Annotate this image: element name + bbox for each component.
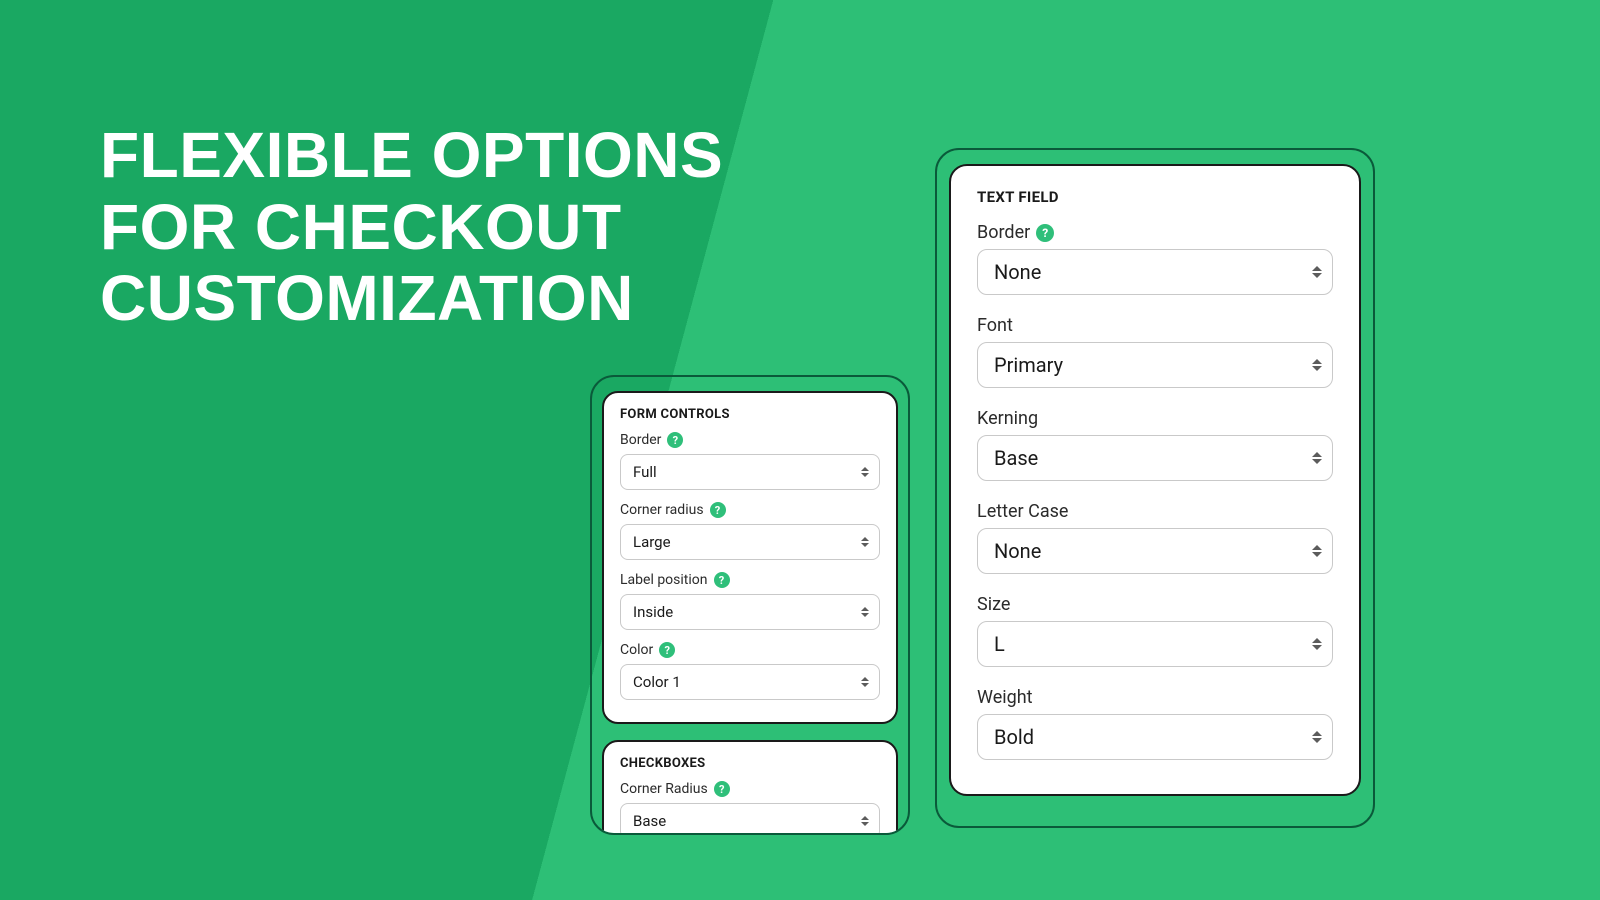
select-checkbox-corner-radius[interactable]: Base	[620, 803, 880, 835]
help-icon[interactable]: ?	[659, 642, 675, 658]
select-value: Base	[994, 446, 1038, 470]
label-tf-weight: Weight	[977, 687, 1033, 708]
help-icon[interactable]: ?	[1036, 224, 1054, 242]
field-form-color: Color ? Color 1	[620, 642, 880, 700]
headline-line-2: for checkout	[100, 192, 723, 264]
field-tf-size: Size L	[977, 594, 1333, 667]
card-title-checkboxes: CHECKBOXES	[620, 756, 880, 771]
select-value: None	[994, 539, 1041, 563]
card-form-controls: FORM CONTROLS Border ? Full Corner radiu…	[602, 391, 898, 724]
up-down-icon	[1312, 638, 1322, 650]
up-down-icon	[1312, 545, 1322, 557]
label-form-border: Border	[620, 432, 661, 448]
field-form-label-position: Label position ? Inside	[620, 572, 880, 630]
field-tf-border: Border ? None	[977, 222, 1333, 295]
label-form-corner-radius: Corner radius	[620, 502, 704, 518]
help-icon[interactable]: ?	[710, 502, 726, 518]
field-tf-letter-case: Letter Case None	[977, 501, 1333, 574]
label-tf-kerning: Kerning	[977, 408, 1038, 429]
up-down-icon	[861, 467, 869, 477]
up-down-icon	[1312, 452, 1322, 464]
field-form-corner-radius: Corner radius ? Large	[620, 502, 880, 560]
up-down-icon	[861, 537, 869, 547]
label-checkbox-corner-radius: Corner Radius	[620, 781, 708, 797]
label-tf-letter-case: Letter Case	[977, 501, 1068, 522]
help-icon[interactable]: ?	[714, 781, 730, 797]
panel-outline-right: TEXT FIELD Border ? None Font Primary	[935, 148, 1375, 828]
select-tf-border[interactable]: None	[977, 249, 1333, 295]
headline: Flexible options for checkout customizat…	[100, 120, 723, 335]
card-title-form-controls: FORM CONTROLS	[620, 407, 880, 422]
field-tf-weight: Weight Bold	[977, 687, 1333, 760]
select-form-corner-radius[interactable]: Large	[620, 524, 880, 560]
select-value: Bold	[994, 725, 1034, 749]
headline-line-1: Flexible options	[100, 120, 723, 192]
up-down-icon	[1312, 359, 1322, 371]
label-tf-size: Size	[977, 594, 1010, 615]
select-tf-size[interactable]: L	[977, 621, 1333, 667]
field-form-border: Border ? Full	[620, 432, 880, 490]
up-down-icon	[861, 816, 869, 826]
select-value: Inside	[633, 603, 673, 621]
label-tf-border: Border	[977, 222, 1030, 243]
select-tf-font[interactable]: Primary	[977, 342, 1333, 388]
select-value: Color 1	[633, 673, 681, 691]
select-form-color[interactable]: Color 1	[620, 664, 880, 700]
select-value: None	[994, 260, 1041, 284]
select-value: Large	[633, 533, 671, 551]
help-icon[interactable]: ?	[714, 572, 730, 588]
select-value: Primary	[994, 353, 1063, 377]
select-value: Base	[633, 812, 666, 830]
up-down-icon	[1312, 731, 1322, 743]
card-text-field: TEXT FIELD Border ? None Font Primary	[949, 164, 1361, 796]
field-tf-kerning: Kerning Base	[977, 408, 1333, 481]
headline-line-3: customization	[100, 263, 723, 335]
select-form-label-position[interactable]: Inside	[620, 594, 880, 630]
field-checkbox-corner-radius: Corner Radius ? Base	[620, 781, 880, 835]
card-title-text-field: TEXT FIELD	[977, 188, 1333, 206]
card-checkboxes: CHECKBOXES Corner Radius ? Base	[602, 740, 898, 835]
select-tf-letter-case[interactable]: None	[977, 528, 1333, 574]
select-value: Full	[633, 463, 657, 481]
panel-outline-left: FORM CONTROLS Border ? Full Corner radiu…	[590, 375, 910, 835]
select-form-border[interactable]: Full	[620, 454, 880, 490]
up-down-icon	[861, 607, 869, 617]
help-icon[interactable]: ?	[667, 432, 683, 448]
select-tf-kerning[interactable]: Base	[977, 435, 1333, 481]
field-tf-font: Font Primary	[977, 315, 1333, 388]
up-down-icon	[1312, 266, 1322, 278]
label-tf-font: Font	[977, 315, 1013, 336]
select-value: L	[994, 632, 1005, 656]
label-form-label-position: Label position	[620, 572, 708, 588]
label-form-color: Color	[620, 642, 653, 658]
up-down-icon	[861, 677, 869, 687]
select-tf-weight[interactable]: Bold	[977, 714, 1333, 760]
